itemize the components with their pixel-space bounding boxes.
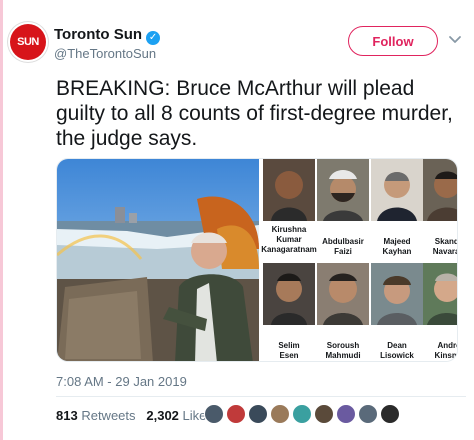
- victim-label: Majeed Kayhan: [382, 237, 412, 256]
- victim-label: Skanda Navaratr: [432, 237, 457, 256]
- verified-badge-icon: ✓: [146, 31, 161, 45]
- main-photo: [57, 159, 259, 361]
- account-handle[interactable]: @TheTorontoSun: [54, 46, 156, 61]
- chevron-down-icon[interactable]: [446, 30, 464, 48]
- avatar[interactable]: SUN: [10, 24, 46, 60]
- thread-accent-bar: [0, 0, 3, 440]
- account-name[interactable]: Toronto Sun ✓: [54, 26, 161, 45]
- follow-button[interactable]: Follow: [348, 26, 438, 56]
- engagement-stats: 813 Retweets 2,302 Likes: [56, 408, 213, 423]
- likes-count: 2,302: [146, 408, 179, 423]
- tweet-timestamp[interactable]: 7:08 AM - 29 Jan 2019: [56, 374, 187, 389]
- victim-label: Soroush Mahmudi: [325, 341, 361, 360]
- victim-photo: [423, 263, 457, 325]
- liker-avatar[interactable]: [204, 404, 224, 424]
- liker-avatar[interactable]: [270, 404, 290, 424]
- victim-photo: [423, 159, 457, 221]
- victim-photo: [263, 159, 315, 221]
- account-name-text[interactable]: Toronto Sun: [54, 26, 142, 43]
- victim-photo: [317, 263, 369, 325]
- victim-label: Dean Lisowick: [380, 341, 414, 360]
- victim-photo: [371, 159, 423, 221]
- likes-stat[interactable]: 2,302 Likes: [146, 408, 213, 423]
- retweets-stat[interactable]: 813 Retweets: [56, 408, 136, 423]
- tweet-header: SUN Toronto Sun ✓ @TheTorontoSun Follow: [10, 24, 470, 68]
- liker-avatar[interactable]: [226, 404, 246, 424]
- tweet-text: BREAKING: Bruce McArthur will plead guil…: [56, 77, 453, 150]
- liker-avatar[interactable]: [336, 404, 356, 424]
- victim-label: Andre Kinsma: [434, 341, 457, 360]
- liker-avatar[interactable]: [358, 404, 378, 424]
- liker-avatar[interactable]: [380, 404, 400, 424]
- victim-photo: [371, 263, 423, 325]
- liker-avatar[interactable]: [292, 404, 312, 424]
- liker-avatar[interactable]: [248, 404, 268, 424]
- liker-avatar[interactable]: [314, 404, 334, 424]
- victim-label: Selim Esen: [278, 341, 300, 360]
- retweets-label: Retweets: [81, 408, 136, 423]
- retweets-count: 813: [56, 408, 78, 423]
- victims-grid: Kirushna Kumar Kanagaratnam Abdulbasir F…: [261, 159, 457, 361]
- victim-photo: [317, 159, 369, 221]
- divider: [56, 396, 466, 397]
- avatar-logo-text: SUN: [17, 36, 39, 48]
- victim-photo: [263, 263, 315, 325]
- tweet-media[interactable]: Kirushna Kumar Kanagaratnam Abdulbasir F…: [56, 158, 458, 362]
- victim-label: Abdulbasir Faizi: [322, 237, 364, 256]
- victim-label: Kirushna Kumar Kanagaratnam: [261, 225, 317, 254]
